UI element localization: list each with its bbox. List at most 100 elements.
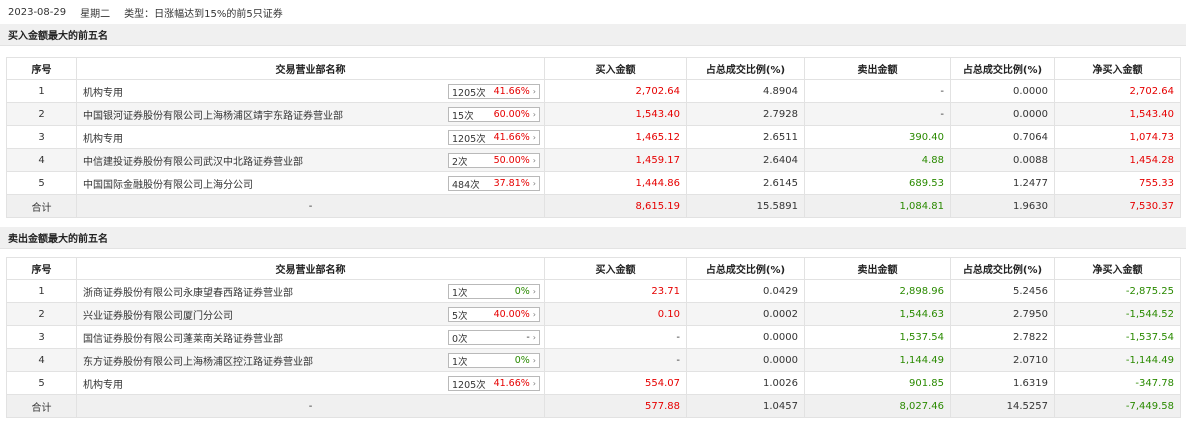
net-buy-amount: 755.33 [1054,171,1181,195]
listing-count: 15次 [452,110,474,122]
branch-name-cell: 国信证券股份有限公司蓬莱南关路证券营业部 0次 - › [76,325,545,349]
net-buy-amount: -1,544.52 [1054,302,1181,326]
sell-ratio: 1.6319 [950,371,1055,395]
listing-count: 1次 [452,356,468,368]
table-row[interactable]: 3 机构专用 1205次 41.66% › 1,465.12 2.6511 390.40 0.7… [6,125,1181,149]
table-row[interactable]: 1 浙商证券股份有限公司永康望春西路证券营业部 1次 0% › 23.71 0.0429 2,… [6,279,1181,303]
row-number: 5 [6,171,77,195]
table-row[interactable]: 2 兴业证券股份有限公司厦门分公司 5次 40.00% › 0.10 0.0002 1,544… [6,302,1181,326]
win-rate: 41.66% [493,378,530,389]
sell-section-title: 卖出金额最大的前五名 [0,227,1186,249]
branch-stats-button[interactable]: 484次 37.81% › [448,176,540,191]
branch-name[interactable]: 中国国际金融股份有限公司上海分公司 [83,180,253,191]
net-buy-amount: -1,144.49 [1054,348,1181,372]
sell-ratio: 1.2477 [950,171,1055,195]
branch-stats-button[interactable]: 1次 0% › [448,284,540,299]
win-rate: - [526,332,530,343]
sell-ratio: 0.0000 [950,102,1055,126]
net-buy-amount: 1,074.73 [1054,125,1181,149]
row-number: 3 [6,325,77,349]
table-row[interactable]: 4 中信建投证券股份有限公司武汉中北路证券营业部 2次 50.00% › 1,459.17… [6,148,1181,172]
sell-amount: 901.85 [804,371,951,395]
row-number: 1 [6,79,77,103]
listing-count: 0次 [452,333,468,345]
branch-stats-button[interactable]: 0次 - › [448,330,540,345]
row-number: 4 [6,148,77,172]
listing-count: 1205次 [452,133,486,145]
column-header: 序号 [6,57,77,80]
buy-amount: - [544,325,687,349]
column-header: 净买入金额 [1054,57,1181,80]
chevron-right-icon: › [532,333,536,342]
net-buy-amount: 1,454.28 [1054,148,1181,172]
total-buy-ratio: 1.0457 [686,394,805,418]
sell-amount: 689.53 [804,171,951,195]
total-label: 合计 [6,194,77,218]
branch-stats-button[interactable]: 1205次 41.66% › [448,130,540,145]
branch-name-cell: 东方证券股份有限公司上海杨浦区控江路证券营业部 1次 0% › [76,348,545,372]
total-row: 合计 -577.88 1.0457 8,027.46 14.5257 -7,449.58 [6,394,1181,418]
branch-name-cell: 兴业证券股份有限公司厦门分公司 5次 40.00% › [76,302,545,326]
trade-date: 2023-08-29 [8,6,67,18]
branch-name-cell: 中信建投证券股份有限公司武汉中北路证券营业部 2次 50.00% › [76,148,545,172]
total-sell-amount: 8,027.46 [804,394,951,418]
branch-stats-button[interactable]: 15次 60.00% › [448,107,540,122]
table-row[interactable]: 1 机构专用 1205次 41.66% › 2,702.64 4.8904-0.0000 2,… [6,79,1181,103]
row-number: 5 [6,371,77,395]
branch-name[interactable]: 中国银河证券股份有限公司上海杨浦区靖宇东路证券营业部 [83,111,343,122]
buy-section-title: 买入金额最大的前五名 [0,24,1186,46]
total-buy-ratio: 15.5891 [686,194,805,218]
total-sell-amount: 1,084.81 [804,194,951,218]
branch-name[interactable]: 机构专用 [83,134,123,145]
buy-amount: - [544,348,687,372]
win-rate: 60.00% [493,109,530,120]
branch-name[interactable]: 兴业证券股份有限公司厦门分公司 [83,311,233,322]
column-header: 卖出金额 [804,57,951,80]
sell-ratio: 2.0710 [950,348,1055,372]
branch-name[interactable]: 国信证券股份有限公司蓬莱南关路证券营业部 [83,334,283,345]
row-number: 4 [6,348,77,372]
header-bar: 2023-08-29 星期二 类型：日涨幅达到15%的前5只证券 [0,0,1186,24]
branch-stats-button[interactable]: 5次 40.00% › [448,307,540,322]
branch-name[interactable]: 浙商证券股份有限公司永康望春西路证券营业部 [83,288,293,299]
branch-name-cell: 机构专用 1205次 41.66% › [76,125,545,149]
total-net-amount: 7,530.37 [1054,194,1181,218]
table-row[interactable]: 5 中国国际金融股份有限公司上海分公司 484次 37.81% › 1,444.86 2.6… [6,171,1181,195]
branch-stats-button[interactable]: 1次 0% › [448,353,540,368]
branch-name[interactable]: 机构专用 [83,88,123,99]
column-header: 占总成交比例(%) [686,257,805,280]
sell-top5-table: 序号 交易营业部名称 买入金额 占总成交比例(%) 卖出金额 占总成交比例(%) 净买入金额… [6,257,1181,418]
buy-amount: 0.10 [544,302,687,326]
chevron-right-icon: › [532,87,536,96]
branch-stats-button[interactable]: 2次 50.00% › [448,153,540,168]
win-rate: 41.66% [493,132,530,143]
table-row[interactable]: 3 国信证券股份有限公司蓬莱南关路证券营业部 0次 - › -0.0000 1,537.54… [6,325,1181,349]
listing-count: 1次 [452,287,468,299]
win-rate: 37.81% [493,178,530,189]
branch-stats-button[interactable]: 1205次 41.66% › [448,376,540,391]
buy-top5-table: 序号 交易营业部名称 买入金额 占总成交比例(%) 卖出金额 占总成交比例(%) 净买入金额… [6,57,1181,218]
listing-count: 484次 [452,179,480,191]
table-row[interactable]: 4 东方证券股份有限公司上海杨浦区控江路证券营业部 1次 0% › -0.0000 1,14… [6,348,1181,372]
buy-ratio: 2.6145 [686,171,805,195]
listing-count: 1205次 [452,379,486,391]
win-rate: 50.00% [493,155,530,166]
branch-name-cell: 机构专用 1205次 41.66% › [76,79,545,103]
branch-stats-button[interactable]: 1205次 41.66% › [448,84,540,99]
branch-name[interactable]: 东方证券股份有限公司上海杨浦区控江路证券营业部 [83,357,313,368]
row-number: 3 [6,125,77,149]
branch-name[interactable]: 机构专用 [83,380,123,391]
sell-amount: 390.40 [804,125,951,149]
net-buy-amount: 2,702.64 [1054,79,1181,103]
listing-count: 1205次 [452,87,486,99]
column-header: 卖出金额 [804,257,951,280]
total-buy-amount: 8,615.19 [544,194,687,218]
table-row[interactable]: 5 机构专用 1205次 41.66% › 554.07 1.0026 901.85 1.631… [6,371,1181,395]
table-row[interactable]: 2 中国银河证券股份有限公司上海杨浦区靖宇东路证券营业部 15次 60.00% › 1,5… [6,102,1181,126]
sell-ratio: 5.2456 [950,279,1055,303]
row-number: 1 [6,279,77,303]
total-name: - [76,394,545,418]
branch-name[interactable]: 中信建投证券股份有限公司武汉中北路证券营业部 [83,157,303,168]
listing-count: 2次 [452,156,468,168]
chevron-right-icon: › [532,310,536,319]
